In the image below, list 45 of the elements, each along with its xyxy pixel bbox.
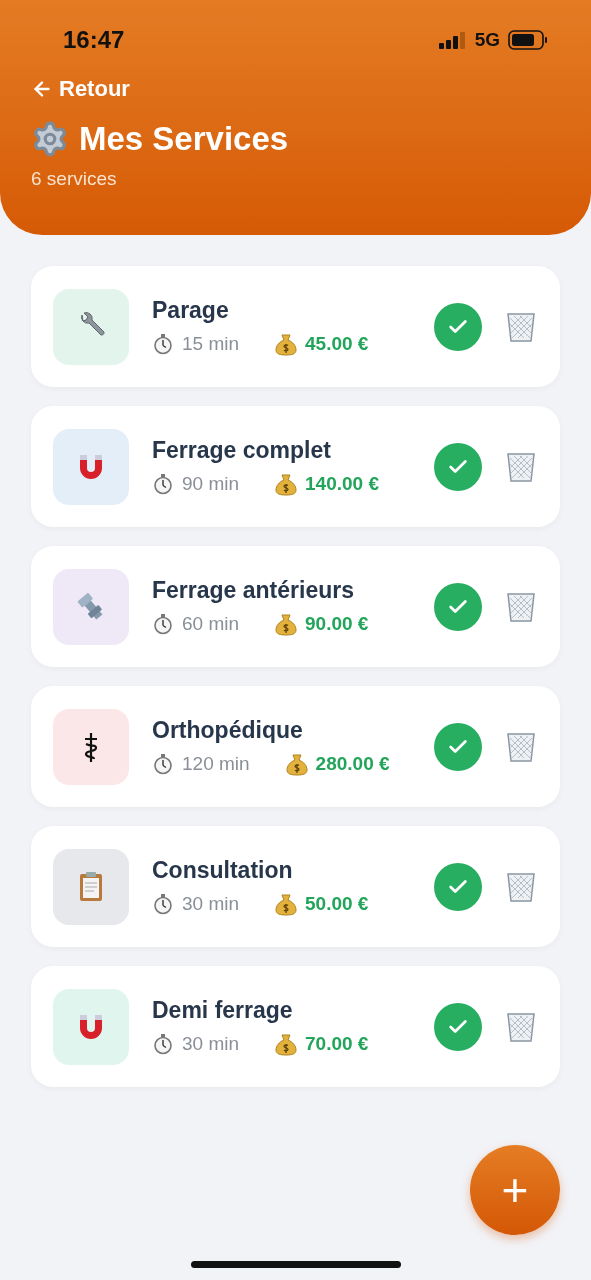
money-bag-icon xyxy=(275,612,298,636)
gear-icon xyxy=(31,120,69,158)
service-price: 280.00 € xyxy=(315,753,390,775)
service-price: 70.00 € xyxy=(305,1033,369,1055)
service-duration: 30 min xyxy=(182,893,240,915)
active-toggle-button[interactable] xyxy=(434,862,482,911)
stopwatch-icon xyxy=(152,753,174,775)
money-bag-icon xyxy=(285,752,308,776)
service-name: Ferrage antérieurs xyxy=(152,577,355,604)
service-duration: 30 min xyxy=(182,1033,240,1055)
network-label: 5G xyxy=(474,29,500,51)
service-name: Parage xyxy=(152,297,230,324)
service-name: Orthopédique xyxy=(152,717,304,744)
page-title: Mes Services xyxy=(79,120,289,158)
service-duration: 120 min xyxy=(182,753,250,775)
service-name: Consultation xyxy=(152,857,294,884)
add-button[interactable]: + xyxy=(470,1145,560,1235)
service-price: 90.00 € xyxy=(305,613,369,635)
service-count: 6 services xyxy=(31,168,118,190)
money-bag-icon xyxy=(275,472,298,496)
signal-icon xyxy=(438,31,467,49)
stopwatch-icon xyxy=(152,333,174,355)
service-duration: 15 min xyxy=(182,333,240,355)
service-name: Ferrage complet xyxy=(152,437,332,464)
active-toggle-button[interactable] xyxy=(434,1002,482,1051)
stopwatch-icon xyxy=(152,613,174,635)
service-price: 45.00 € xyxy=(305,333,369,355)
stopwatch-icon xyxy=(152,1033,174,1055)
service-name: Demi ferrage xyxy=(152,997,294,1024)
active-toggle-button[interactable] xyxy=(434,442,482,491)
active-toggle-button[interactable] xyxy=(434,722,482,771)
service-duration: 60 min xyxy=(182,613,240,635)
money-bag-icon xyxy=(275,892,298,916)
stopwatch-icon xyxy=(152,893,174,915)
money-bag-icon xyxy=(275,332,298,356)
status-time: 16:47 xyxy=(63,26,125,54)
service-duration: 90 min xyxy=(182,473,240,495)
service-price: 50.00 € xyxy=(305,893,369,915)
money-bag-icon xyxy=(275,1032,298,1056)
service-price: 140.00 € xyxy=(305,473,379,495)
stopwatch-icon xyxy=(152,473,174,495)
active-toggle-button[interactable] xyxy=(434,582,482,631)
active-toggle-button[interactable] xyxy=(434,302,482,351)
back-link[interactable]: Retour xyxy=(31,76,130,102)
battery-icon xyxy=(508,30,548,50)
